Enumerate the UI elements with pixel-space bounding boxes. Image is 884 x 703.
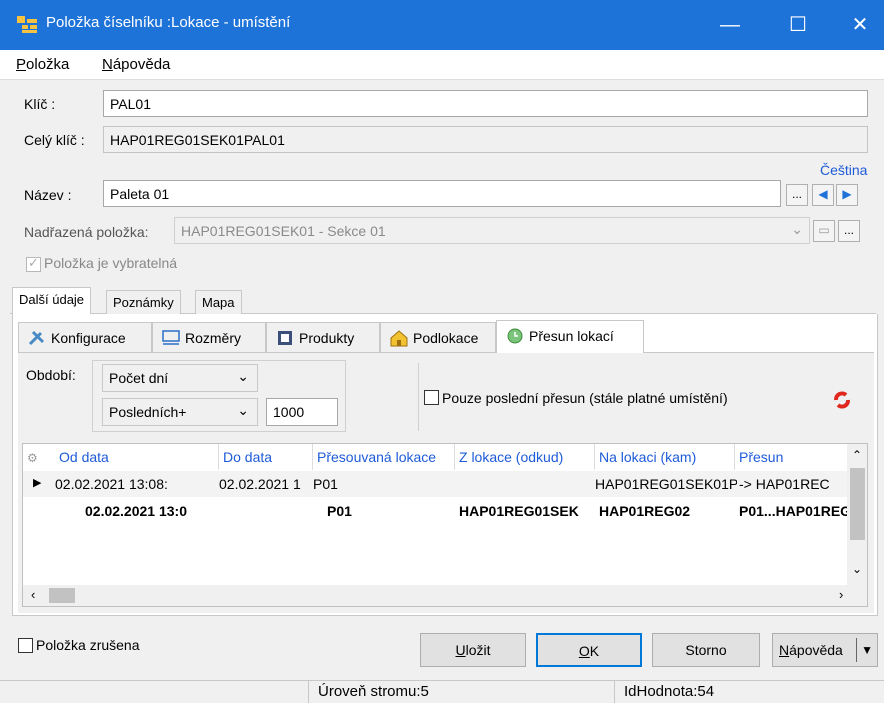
row-pointer-icon: ▶ xyxy=(33,477,42,489)
split-divider xyxy=(856,638,857,662)
scroll-right-icon[interactable]: › xyxy=(839,587,843,602)
cell: P01 xyxy=(327,503,352,519)
refresh-icon[interactable] xyxy=(832,390,852,410)
subtab-podlokace[interactable]: Podlokace xyxy=(380,322,496,352)
chevron-down-icon[interactable]: ▼ xyxy=(861,634,873,666)
cell: 02.02.2021 13:0 xyxy=(85,503,187,519)
column-header[interactable]: Přesun xyxy=(735,444,845,470)
window-title: Položka číselníku :Lokace - umístění xyxy=(46,14,291,31)
products-icon xyxy=(278,331,292,345)
column-header[interactable]: Do data xyxy=(219,444,313,470)
prev-language-button[interactable]: ◀ xyxy=(812,184,834,206)
last-only-label: Pouze poslední přesun (stále platné umís… xyxy=(442,390,728,406)
cell: P01 xyxy=(313,476,338,492)
last-only-checkbox[interactable] xyxy=(424,390,439,405)
scroll-thumb[interactable] xyxy=(850,468,865,540)
menu-napoveda[interactable]: Nápověda xyxy=(102,56,170,73)
subtab-rozmery[interactable]: Rozměry xyxy=(152,322,266,352)
period-label: Období: xyxy=(26,367,76,383)
tab-poznamky[interactable]: Poznámky xyxy=(106,290,181,316)
count-field[interactable]: 1000 xyxy=(266,398,338,426)
filter-separator xyxy=(418,363,419,431)
menu-bar: Položka Nápověda xyxy=(0,50,884,80)
cancelled-checkbox[interactable] xyxy=(18,638,33,653)
cell: HAP01REG01SEK01P01... xyxy=(595,476,737,492)
column-header[interactable]: Na lokaci (kam) xyxy=(595,444,735,470)
cancelled-label: Položka zrušena xyxy=(36,637,140,653)
key-label: Klíč : xyxy=(24,96,56,112)
title-bar: Položka číselníku :Lokace - umístění — ☐… xyxy=(0,0,884,50)
parent-ellipsis-button[interactable]: ... xyxy=(838,220,860,242)
next-language-button[interactable]: ▶ xyxy=(836,184,858,206)
grid-settings-icon[interactable]: ⚙ xyxy=(23,444,55,470)
cell: 02.02.2021 13:08: xyxy=(55,476,168,492)
key-field[interactable]: PAL01 xyxy=(103,90,868,117)
house-icon xyxy=(390,330,408,347)
column-header[interactable]: Od data xyxy=(55,444,219,470)
scroll-left-icon[interactable]: ‹ xyxy=(31,587,35,602)
tab-dalsi-udaje[interactable]: Další údaje xyxy=(12,287,92,314)
cell: P01...HAP01REG0 xyxy=(739,503,847,519)
table-row[interactable]: 02.02.2021 13:0 P01 HAP01REG01SEK HAP01R… xyxy=(23,498,847,524)
help-button[interactable]: Nápověda ▼ xyxy=(772,633,878,667)
selectable-label: Položka je vybratelná xyxy=(44,255,178,271)
status-bar: Úroveň stromu:5 IdHodnota:54 xyxy=(0,680,884,703)
name-field[interactable]: Paleta 01 xyxy=(103,180,781,207)
cell: -> HAP01REC xyxy=(739,476,830,492)
parent-label: Nadřazená položka: xyxy=(24,224,149,240)
history-grid: ⚙ Od data Do data Přesouvaná lokace Z lo… xyxy=(22,443,868,607)
cell xyxy=(451,471,591,497)
cell: HAP01REG01SEK xyxy=(459,503,579,519)
app-icon xyxy=(17,16,37,33)
tab-mapa[interactable]: Mapa xyxy=(195,290,242,316)
chevron-down-icon: ⌄ xyxy=(791,221,803,237)
scroll-down-icon[interactable]: ⌄ xyxy=(852,562,862,576)
minimize-button[interactable]: — xyxy=(700,0,760,50)
range-select[interactable]: Posledních+ ⌄ xyxy=(102,398,258,426)
cell: HAP01REG02 xyxy=(599,503,691,519)
maximize-button[interactable]: ☐ xyxy=(768,0,828,50)
cell xyxy=(215,498,311,524)
fullkey-field: HAP01REG01SEK01PAL01 xyxy=(103,126,868,153)
scroll-up-icon[interactable]: ⌃ xyxy=(852,448,862,462)
ok-button[interactable]: OK xyxy=(536,633,642,667)
close-button[interactable]: ✕ xyxy=(830,0,884,50)
selectable-checkbox: ✓ xyxy=(26,255,41,272)
folder-icon: ▭ xyxy=(813,220,835,242)
vertical-scrollbar[interactable]: ⌃ ⌄ xyxy=(847,444,867,585)
language-link[interactable]: Čeština xyxy=(820,162,867,178)
status-idvalue: IdHodnota:54 xyxy=(624,683,715,700)
save-button[interactable]: Uložit xyxy=(420,633,526,667)
dimensions-icon xyxy=(162,330,180,345)
column-header[interactable]: Z lokace (odkud) xyxy=(455,444,595,470)
tools-icon xyxy=(28,330,45,346)
horizontal-scrollbar[interactable]: ‹ › xyxy=(23,585,867,606)
column-header[interactable]: Přesouvaná lokace xyxy=(313,444,455,470)
parent-select: HAP01REG01SEK01 - Sekce 01 ⌄ xyxy=(174,217,810,244)
status-separator xyxy=(614,681,615,703)
status-level: Úroveň stromu:5 xyxy=(318,683,429,700)
fullkey-label: Celý klíč : xyxy=(24,132,85,148)
history-icon xyxy=(507,328,523,344)
hscroll-thumb[interactable] xyxy=(49,588,75,603)
cancel-button[interactable]: Storno xyxy=(652,633,760,667)
name-label: Název : xyxy=(24,187,72,203)
table-row[interactable]: ▶ 02.02.2021 13:08: 02.02.2021 1 P01 HAP… xyxy=(23,471,847,497)
menu-polozka[interactable]: Položka xyxy=(16,56,69,73)
chevron-down-icon: ⌄ xyxy=(237,402,249,418)
period-select[interactable]: Počet dní ⌄ xyxy=(102,364,258,392)
status-separator xyxy=(308,681,309,703)
name-ellipsis-button[interactable]: ... xyxy=(786,184,808,206)
cell: 02.02.2021 1 xyxy=(219,476,301,492)
subtab-presun-lokaci[interactable]: Přesun lokací xyxy=(496,320,644,353)
subtab-produkty[interactable]: Produkty xyxy=(266,322,380,352)
chevron-down-icon: ⌄ xyxy=(237,368,249,384)
subtab-konfigurace[interactable]: Konfigurace xyxy=(18,322,152,352)
